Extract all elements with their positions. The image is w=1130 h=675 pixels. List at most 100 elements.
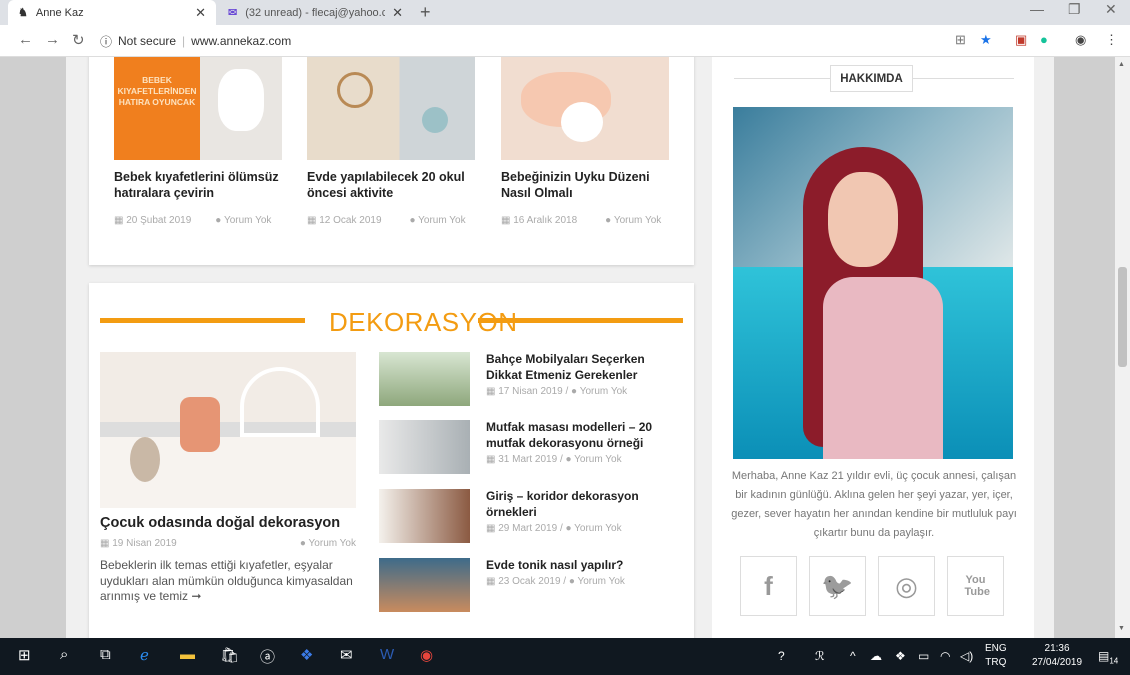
- edge-icon[interactable]: ℯ: [140, 646, 149, 664]
- post-title[interactable]: Bahçe Mobilyaları Seçerken Dikkat Etmeni…: [486, 352, 676, 383]
- chrome-icon[interactable]: ◉: [420, 646, 433, 664]
- scroll-down-icon[interactable]: ▼: [1118, 625, 1125, 632]
- post-thumbnail[interactable]: [379, 558, 470, 612]
- tab-yahoo-mail[interactable]: ✉ (32 unread) - flecaj@yahoo.com ✕: [218, 0, 413, 25]
- featured-post-excerpt[interactable]: Bebeklerin ilk temas ettiği kıyafetler, …: [100, 558, 356, 605]
- search-icon[interactable]: ⌕: [60, 646, 68, 663]
- featured-post-title[interactable]: Çocuk odasında doğal dekorasyon: [100, 515, 340, 531]
- post-title[interactable]: Bebeğinizin Uyku Düzeni Nasıl Olmalı: [501, 169, 669, 201]
- post-title[interactable]: Evde yapılabilecek 20 okul öncesi aktivi…: [307, 169, 475, 201]
- post-title[interactable]: Giriş – koridor dekorasyon örnekleri: [486, 489, 676, 520]
- pdf-extension-icon[interactable]: ▣: [1015, 32, 1027, 48]
- file-explorer-icon[interactable]: ▬: [180, 646, 195, 663]
- recent-posts-card: BEBEK KIYAFETLERİNDEN HATIRA OYUNCAK Beb…: [89, 57, 694, 265]
- new-tab-button[interactable]: +: [420, 2, 431, 23]
- author-bio: Merhaba, Anne Kaz 21 yıldır evli, üç çoc…: [731, 470, 1017, 539]
- grammarly-icon[interactable]: ●: [1040, 32, 1048, 47]
- post-thumbnail[interactable]: [379, 420, 470, 474]
- lang-secondary: TRQ: [985, 657, 1007, 668]
- info-icon[interactable]: ⓘ: [100, 33, 112, 50]
- tab-title: Anne Kaz: [35, 6, 84, 19]
- post-date: 12 Ocak 2019: [319, 215, 382, 226]
- bed-frame-image: [240, 367, 320, 437]
- address-bar: ← → ↻ ⓘ Not secure | www.annekaz.com ⊞ ★…: [0, 25, 1130, 57]
- post-meta: ▦ 16 Aralık 2018 ● Yorum Yok: [501, 215, 662, 226]
- post-thumbnail[interactable]: [501, 57, 669, 160]
- list-item[interactable]: Mutfak masası modelleri – 20 mutfak deko…: [379, 420, 679, 480]
- back-icon[interactable]: ←: [18, 31, 33, 48]
- sidebar-heading: HAKKIMDA: [830, 65, 913, 92]
- facebook-icon[interactable]: f: [740, 556, 797, 616]
- task-view-icon[interactable]: ⧉: [100, 646, 111, 663]
- tab-title: (32 unread) - flecaj@yahoo.com: [245, 6, 386, 19]
- battery-icon[interactable]: ▭: [918, 649, 929, 663]
- featured-post-meta: ▦ 19 Nisan 2019 ● Yorum Yok: [100, 538, 356, 549]
- featured-post-image[interactable]: [100, 352, 356, 508]
- post-card[interactable]: Evde yapılabilecek 20 okul öncesi aktivi…: [307, 57, 475, 201]
- reload-icon[interactable]: ↻: [72, 31, 85, 49]
- youtube-glyph: You Tube: [964, 574, 990, 598]
- close-tab-icon[interactable]: ✕: [392, 5, 403, 21]
- face-image: [828, 172, 898, 267]
- post-title[interactable]: Mutfak masası modelleri – 20 mutfak deko…: [486, 420, 676, 451]
- minimize-button[interactable]: —: [1030, 1, 1044, 17]
- forward-icon[interactable]: →: [45, 31, 60, 48]
- store-icon[interactable]: 🛍: [220, 646, 239, 664]
- list-item[interactable]: Bahçe Mobilyaları Seçerken Dikkat Etmeni…: [379, 352, 679, 412]
- post-card[interactable]: BEBEK KIYAFETLERİNDEN HATIRA OYUNCAK Beb…: [114, 57, 282, 201]
- tab-anne-kaz[interactable]: ♞ Anne Kaz ✕: [8, 0, 216, 25]
- post-date: 19 Nisan 2019: [112, 538, 177, 549]
- youtube-icon[interactable]: You Tube: [947, 556, 1004, 616]
- post-meta-text: 23 Ocak 2019 / ● Yorum Yok: [498, 576, 625, 587]
- list-item[interactable]: Evde tonik nasıl yapılır? ▦ 23 Ocak 2019…: [379, 558, 679, 618]
- twitter-icon[interactable]: 🐦: [809, 556, 866, 616]
- close-tab-icon[interactable]: ✕: [195, 5, 206, 21]
- post-thumbnail[interactable]: [307, 57, 475, 160]
- notifications-icon[interactable]: ▤14: [1098, 649, 1118, 665]
- post-title[interactable]: Evde tonik nasıl yapılır?: [486, 558, 676, 574]
- clock[interactable]: 21:36 27/04/2019: [1032, 642, 1082, 670]
- profile-icon[interactable]: ◉: [1075, 32, 1086, 48]
- amazon-icon[interactable]: ⓐ: [260, 646, 275, 667]
- instagram-icon[interactable]: ◎: [878, 556, 935, 616]
- help-icon[interactable]: ?: [778, 649, 785, 663]
- post-thumbnail[interactable]: [379, 489, 470, 543]
- activity-image: [422, 107, 448, 133]
- bookmark-star-icon[interactable]: ★: [980, 32, 992, 48]
- list-item[interactable]: Giriş – koridor dekorasyon örnekleri ▦ 2…: [379, 489, 679, 549]
- translate-icon[interactable]: ⊞: [955, 32, 966, 48]
- post-comments[interactable]: Yorum Yok: [224, 215, 271, 226]
- clock-time: 21:36: [1044, 643, 1070, 654]
- dropbox-tray-icon[interactable]: ❖: [895, 649, 906, 663]
- post-thumbnail[interactable]: BEBEK KIYAFETLERİNDEN HATIRA OYUNCAK: [114, 57, 282, 160]
- windows-start-icon[interactable]: ⊞: [18, 646, 31, 664]
- tab-strip: ♞ Anne Kaz ✕ ✉ (32 unread) - flecaj@yaho…: [0, 0, 1130, 25]
- menu-icon[interactable]: ⋮: [1105, 32, 1118, 48]
- mail-app-icon[interactable]: ✉: [340, 646, 353, 664]
- sidebar: HAKKIMDA Merhaba, Anne Kaz 21 yıldır evl…: [712, 57, 1034, 638]
- scrollbar[interactable]: ▲ ▼: [1115, 57, 1130, 638]
- facebook-glyph: f: [764, 570, 773, 601]
- volume-icon[interactable]: ◁): [960, 649, 973, 663]
- post-comments[interactable]: Yorum Yok: [309, 538, 356, 549]
- post-title[interactable]: Bebek kıyafetlerini ölümsüz hatıralara ç…: [114, 169, 282, 201]
- url-input[interactable]: ⓘ Not secure | www.annekaz.com: [100, 29, 940, 53]
- show-hidden-icons-icon[interactable]: ^: [850, 649, 856, 663]
- people-icon[interactable]: ℛ: [815, 649, 825, 663]
- post-comments[interactable]: Yorum Yok: [614, 215, 661, 226]
- close-window-button[interactable]: ✕: [1105, 1, 1117, 18]
- twitter-glyph: 🐦: [821, 570, 854, 601]
- activity-image: [337, 72, 373, 108]
- maximize-button[interactable]: ❐: [1068, 1, 1081, 18]
- post-card[interactable]: Bebeğinizin Uyku Düzeni Nasıl Olmalı: [501, 57, 669, 201]
- post-comments[interactable]: Yorum Yok: [418, 215, 465, 226]
- word-icon[interactable]: W: [380, 646, 394, 663]
- dropbox-icon[interactable]: ❖: [300, 646, 313, 664]
- scrollbar-thumb[interactable]: [1118, 267, 1127, 367]
- language-indicator[interactable]: ENG TRQ: [985, 642, 1007, 670]
- cloud-icon[interactable]: ☁: [870, 649, 882, 663]
- child-image: [180, 397, 220, 452]
- post-thumbnail[interactable]: [379, 352, 470, 406]
- scroll-up-icon[interactable]: ▲: [1118, 61, 1125, 68]
- wifi-icon[interactable]: ◠: [940, 649, 950, 663]
